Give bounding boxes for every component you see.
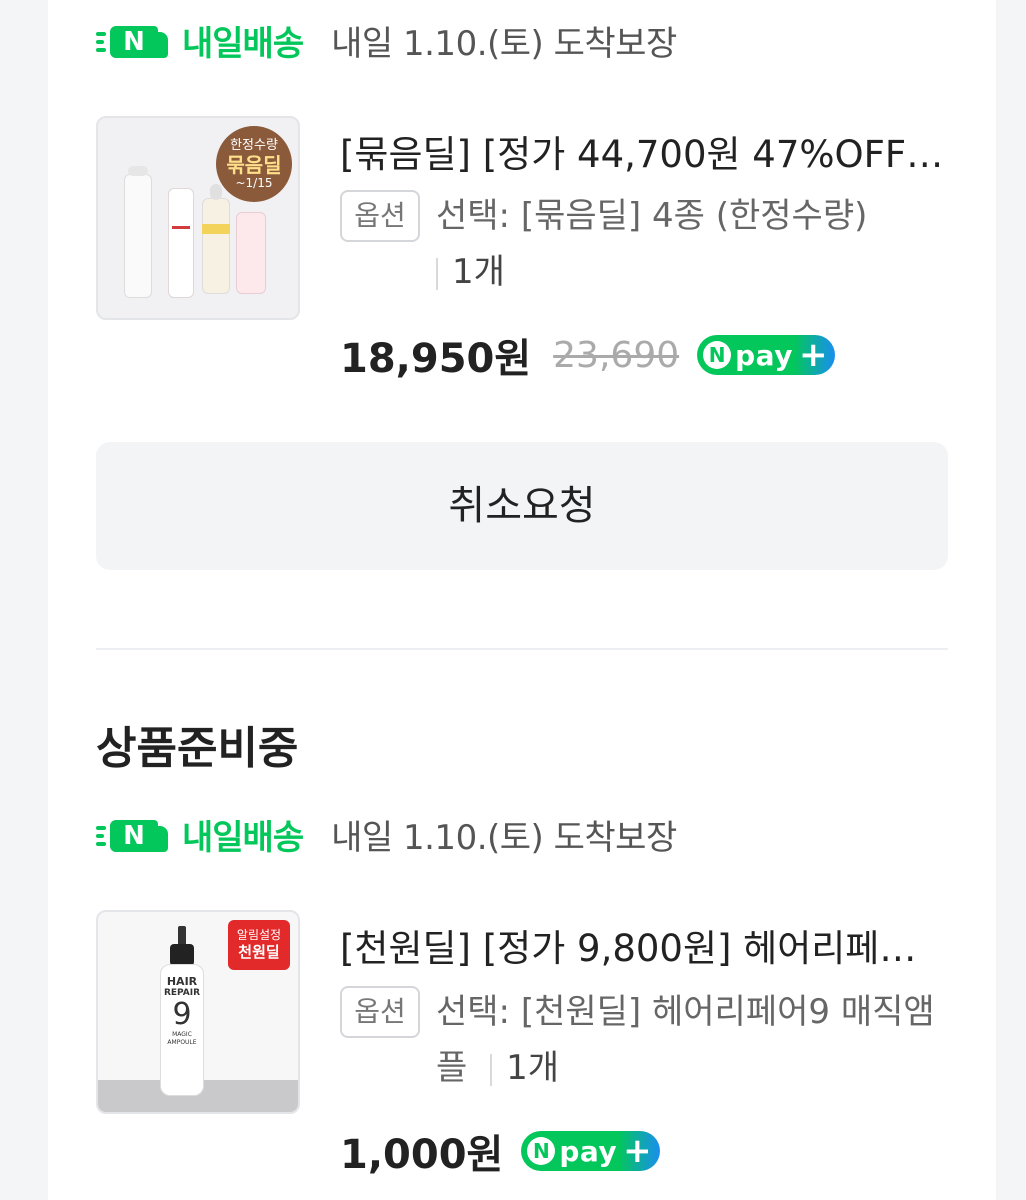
section-title: 상품준비중 [96,723,299,774]
cancel-request-button[interactable]: 취소요청 [96,442,948,570]
product-title-2[interactable]: [천원딜] [정가 9,800원] 헤어리페어9 매직앰플 [340,918,950,972]
product-thumbnail-1[interactable]: 한정수량 묶음딜 ~1/15 [96,116,300,320]
bottle-label: HAIR REPAIR 9 MAGIC AMPOULE [163,975,201,1047]
separator [490,1053,493,1086]
product-thumbnail-2[interactable]: HAIR REPAIR 9 MAGIC AMPOULE 알림설정 천원딜 [96,910,300,1114]
delivery-guarantee: 내일 1.10.(토) 도착보장 [331,817,677,858]
option-text-1: 선택: [묶음딜] 4종 (한정수량) 1개 [436,196,868,292]
separator [436,257,438,290]
promo-badge-2: 알림설정 천원딜 [228,920,290,970]
delivery-guarantee: 내일 1.10.(토) 도착보장 [331,23,677,64]
quantity-2: 1개 [506,1048,560,1088]
npay-plus-icon: N pay + [521,1131,660,1171]
promo-badge-1: 한정수량 묶음딜 ~1/15 [216,126,292,202]
original-price-1: 23,690 [553,334,680,376]
price-row-1: 18,950원 23,690 N pay + [340,326,836,384]
option-text-2: 선택: [천원딜] 헤어리페어9 매직앰플 1개 [436,992,935,1088]
truck-n-icon: N [96,814,176,854]
price-row-2: 1,000원 N pay + [340,1122,660,1180]
option-badge-2: 옵션 [340,986,420,1038]
section-divider [96,648,948,650]
delivery-info-2: N 내일배송 내일 1.10.(토) 도착보장 [96,804,677,864]
npay-plus-icon: N pay + [697,335,836,375]
price-2: 1,000원 [340,1132,504,1178]
delivery-brand: 내일배송 [182,23,304,64]
delivery-brand: 내일배송 [182,817,304,858]
product-title-1[interactable]: [묶음딜] [정가 44,700원 47%OFF] 바이오메 액티베이트 4종 [340,124,950,178]
order-card: N 내일배송 내일 1.10.(토) 도착보장 한정수량 묶음딜 ~1/15 [… [48,0,996,1200]
quantity-1: 1개 [452,252,505,292]
price-1: 18,950원 [340,336,532,382]
truck-n-icon: N [96,20,176,60]
delivery-info-1: N 내일배송 내일 1.10.(토) 도착보장 [96,10,677,70]
option-badge-1: 옵션 [340,190,420,242]
